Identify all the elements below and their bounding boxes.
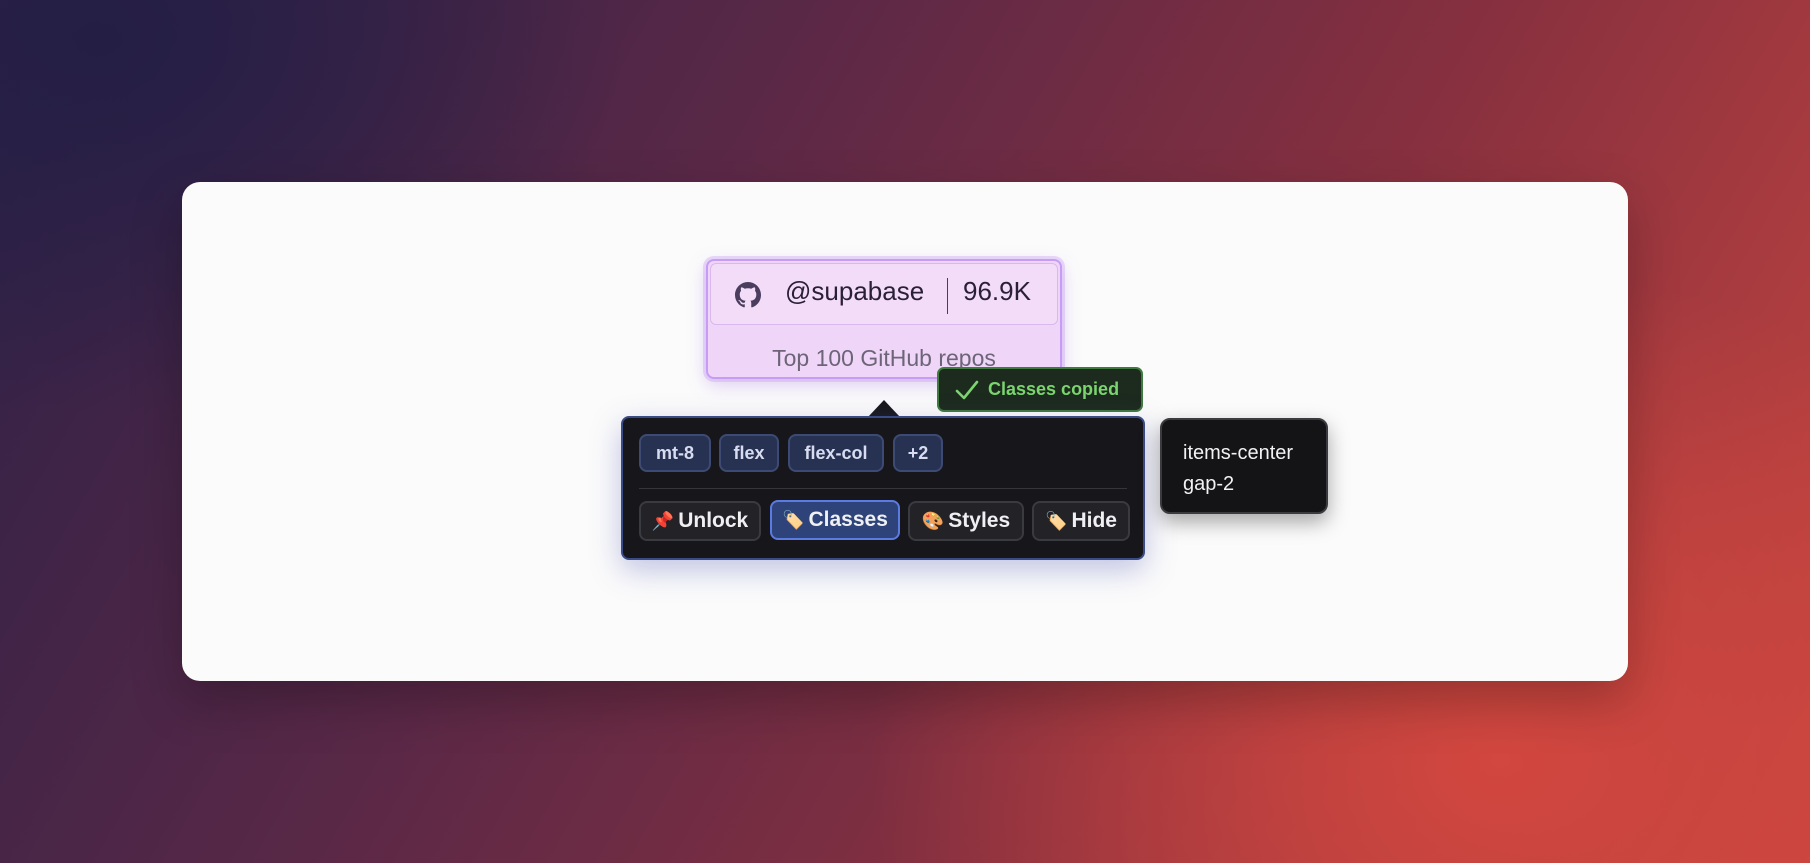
tag-icon: 🏷️: [782, 509, 805, 530]
tooltip-line: gap-2: [1183, 473, 1235, 495]
copied-toast: Classes copied: [937, 367, 1143, 412]
check-icon: [955, 380, 979, 399]
panel-divider: [639, 488, 1127, 489]
pin-icon: 📌: [651, 510, 675, 531]
badge-header: @supabase 96.9K: [710, 263, 1058, 325]
toast-text: Classes copied: [988, 379, 1120, 399]
badge-separator: [947, 278, 948, 314]
styles-label: Styles: [948, 509, 1011, 532]
classes-label: Classes: [808, 508, 888, 531]
inspector-panel: mt-8 flex flex-col +2 📌 Unlock 🏷️ Classe…: [621, 416, 1145, 560]
unlock-button[interactable]: 📌 Unlock: [639, 501, 761, 541]
class-chip[interactable]: flex: [719, 434, 779, 472]
classes-tooltip: items-center gap-2: [1160, 418, 1328, 514]
panel-pointer: [868, 400, 900, 417]
more-classes-chip[interactable]: +2: [893, 434, 943, 472]
class-chip[interactable]: mt-8: [639, 434, 711, 472]
badge-star-count: 96.9K: [963, 276, 1031, 306]
styles-button[interactable]: 🎨 Styles: [908, 501, 1024, 541]
github-icon: [735, 282, 761, 308]
class-chip[interactable]: flex-col: [788, 434, 884, 472]
hide-button[interactable]: 🏷️ Hide: [1032, 501, 1130, 541]
github-badge[interactable]: @supabase 96.9K Top 100 GitHub repos: [706, 259, 1062, 379]
tooltip-line: items-center: [1183, 442, 1294, 464]
badge-handle: @supabase: [785, 276, 925, 306]
unlock-label: Unlock: [678, 509, 749, 532]
classes-button[interactable]: 🏷️ Classes: [770, 500, 900, 540]
hide-label: Hide: [1071, 509, 1117, 532]
tag-icon: 🏷️: [1045, 510, 1068, 531]
palette-icon: 🎨: [921, 510, 945, 531]
